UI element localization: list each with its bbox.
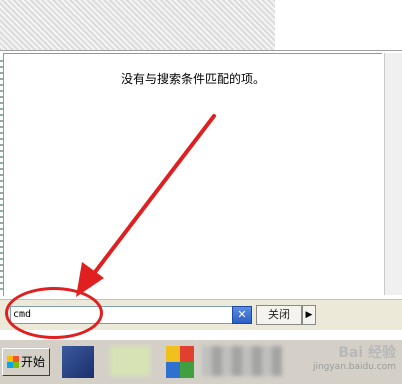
start-label: 开始 [21, 355, 46, 369]
windows-logo-icon [7, 356, 19, 368]
watermark-url: jingyan.baidu.com [312, 362, 396, 372]
watermark: Bai 经验 jingyan.baidu.com [313, 342, 396, 372]
annotation-arrow [76, 114, 216, 297]
start-button[interactable]: 开始 [2, 348, 50, 376]
watermark-logo: Bai 经验 [338, 345, 396, 361]
blurred-taskbar-item [110, 346, 150, 376]
blurred-taskbar-item [202, 346, 282, 376]
taskbar: 开始 Bai 经验 jingyan.baidu.com [0, 339, 402, 384]
taskbar-app-icon[interactable] [166, 346, 194, 378]
taskbar-app-icon[interactable] [62, 346, 94, 378]
